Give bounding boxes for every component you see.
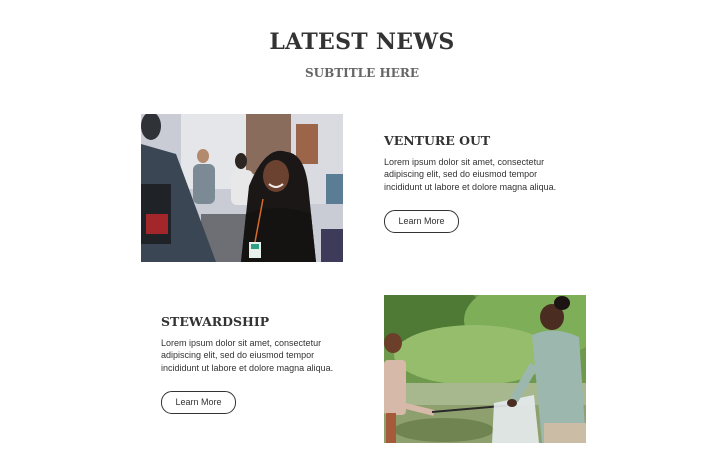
article-body: Lorem ipsum dolor sit amet, consectetur …: [161, 338, 334, 373]
section-subtitle: SUBTITLE HERE: [304, 66, 420, 80]
section-title: LATEST NEWS: [269, 29, 455, 55]
article-title: VENTURE OUT: [384, 133, 491, 148]
article-card-venture-out: VENTURE OUT Lorem ipsum dolor sit amet, …: [384, 133, 574, 233]
article-image-stewardship: [384, 295, 586, 443]
learn-more-button[interactable]: Learn More: [161, 390, 236, 414]
latest-news-section: LATEST NEWS SUBTITLE HERE VENTURE OUT Lo…: [0, 0, 724, 469]
article-title: STEWARDSHIP: [161, 314, 270, 329]
article-card-stewardship: STEWARDSHIP Lorem ipsum dolor sit amet, …: [161, 314, 351, 414]
learn-more-button[interactable]: Learn More: [384, 209, 459, 233]
article-image-venture-out: [141, 114, 343, 262]
article-body: Lorem ipsum dolor sit amet, consectetur …: [384, 157, 557, 192]
